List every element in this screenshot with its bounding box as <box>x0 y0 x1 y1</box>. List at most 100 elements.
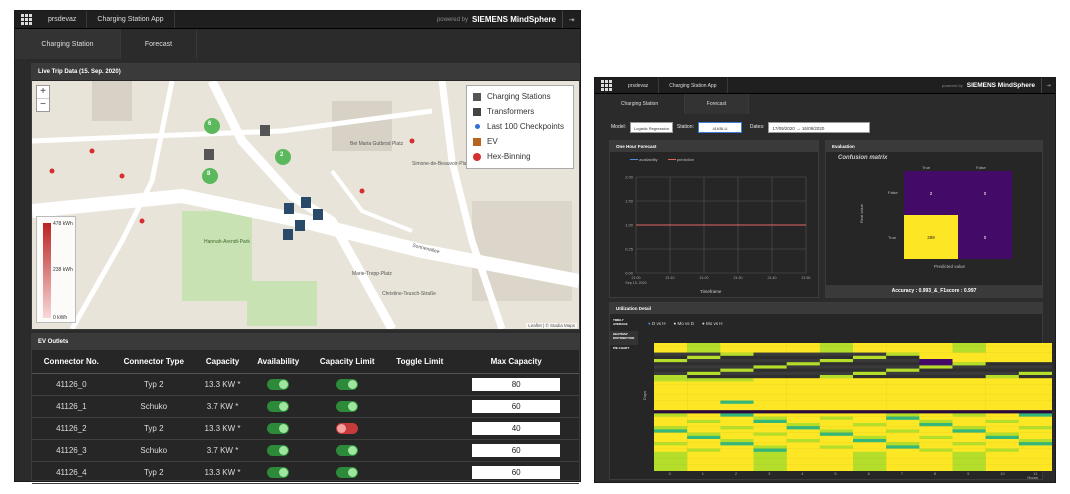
legend-hex-binning[interactable]: Hex-Binning <box>473 149 567 164</box>
user-tab[interactable]: prsdevaz <box>38 11 88 28</box>
heatmap-cell <box>853 381 887 385</box>
energy-gradient <box>43 223 51 318</box>
heatmap-cell <box>720 435 754 440</box>
heatmap-cell <box>1018 352 1052 356</box>
cluster-count: 2 <box>280 152 284 158</box>
capacity-limit-toggle[interactable] <box>336 444 359 456</box>
car-icon <box>473 137 481 146</box>
heatmap-cell <box>819 355 854 360</box>
heatmap-cell <box>654 451 688 456</box>
heatmap-cell <box>786 394 821 398</box>
legend-label: EV <box>487 137 498 146</box>
heatmap-cell <box>952 384 986 388</box>
heatmap-cell <box>753 423 787 427</box>
date-range-input[interactable]: 17/09/2020 → 16/09/2020 <box>768 121 871 133</box>
heatmap-cell <box>753 349 787 353</box>
heatmap-cell <box>654 403 688 408</box>
max-capacity-input[interactable]: 60 <box>472 465 561 479</box>
heatmap-cell <box>853 461 887 465</box>
map[interactable]: 6 2 8 Sonnenallee Hannah-Arendt-Park Bei… <box>32 81 579 329</box>
side-pie-chart[interactable]: PIE CHART <box>610 345 638 359</box>
app-title-tab[interactable]: Charging Station App <box>87 11 175 28</box>
max-capacity-input[interactable]: 80 <box>472 377 561 391</box>
legend-checkpoints[interactable]: Last 100 Checkpoints <box>473 119 567 134</box>
heatmap-cell <box>753 407 787 411</box>
heatmap-cell <box>886 343 920 347</box>
heatmap-cell <box>786 432 821 436</box>
heatmap-cell <box>720 413 754 417</box>
availability-toggle[interactable] <box>267 378 290 390</box>
capacity-limit-toggle[interactable] <box>336 378 359 390</box>
heatmap-cell <box>687 448 721 452</box>
heatmap-ylabel: Days <box>642 390 648 401</box>
heatmap-cell <box>654 362 688 366</box>
map-attribution[interactable]: Leaflet | © Stadia Maps <box>526 323 577 328</box>
heatmap-cell <box>853 442 887 446</box>
legend-charging-stations[interactable]: Charging Stations <box>473 89 567 104</box>
app-grid-icon[interactable] <box>21 14 32 25</box>
heatmap-cell <box>654 429 688 433</box>
heatmap-cell <box>753 352 787 356</box>
max-capacity-input[interactable]: 60 <box>472 399 561 413</box>
heatmap-cell <box>687 426 721 430</box>
availability-toggle[interactable] <box>267 444 290 456</box>
availability-toggle[interactable] <box>267 466 290 478</box>
heatmap-cell <box>1018 416 1052 420</box>
radio-mo-vs-h[interactable]: ● Mo vs H <box>702 321 723 326</box>
zoom-in-button[interactable]: + <box>37 86 49 99</box>
heatmap-cell <box>1018 458 1052 462</box>
heatmap-cell <box>985 359 1020 363</box>
logout-icon[interactable]: ⇥ <box>562 11 580 28</box>
heatmap-cell <box>952 368 986 372</box>
capacity-limit-toggle[interactable] <box>336 466 359 478</box>
heatmap-cell <box>687 391 721 395</box>
radio-d-vs-h[interactable]: ● D vs H <box>648 321 665 326</box>
heatmap-cell <box>1018 432 1052 436</box>
logout-icon[interactable]: ⇥ <box>1041 78 1055 93</box>
side-timely-average[interactable]: TIMELY AVERAGE <box>610 317 638 331</box>
tab-forecast[interactable]: Forecast <box>685 94 749 114</box>
heatmap-cell <box>654 426 688 430</box>
heatmap-cell <box>720 407 754 411</box>
heatmap-cell <box>886 368 920 372</box>
heatmap-cell <box>819 365 854 369</box>
zoom-out-button[interactable]: − <box>37 99 49 111</box>
availability-toggle[interactable] <box>267 400 290 412</box>
heatmap-cell <box>753 442 787 446</box>
heatmap-cell <box>886 349 920 353</box>
map-zoom-control: + − <box>36 85 50 112</box>
user-tab[interactable]: prsdevaz <box>618 78 660 93</box>
capacity-limit-toggle[interactable] <box>336 422 359 434</box>
app-title-tab[interactable]: Charging Station App <box>659 78 728 93</box>
radio-mo-vs-d[interactable]: ● Mo vs D <box>673 321 694 326</box>
heatmap-cell <box>952 439 986 443</box>
capacity-limit-toggle[interactable] <box>336 400 359 412</box>
heatmap-cell <box>720 397 754 401</box>
heatmap-cell <box>919 458 953 462</box>
evaluation-panel: Evaluation Confusion matrix True False F… <box>825 140 1043 298</box>
heatmap-cell <box>654 413 688 417</box>
heatmap-cell <box>819 387 854 392</box>
table-header-row: Connector No. Connector Type Capacity Av… <box>32 351 579 374</box>
max-capacity-input[interactable]: 60 <box>472 443 561 457</box>
app-grid-icon[interactable] <box>601 80 612 91</box>
heatmap-cell <box>853 365 887 369</box>
powered-by-label: powered by <box>436 16 468 23</box>
model-select[interactable]: Logistic Regression <box>630 121 673 133</box>
side-heatmap-distribution[interactable]: HEATMAP DISTRIBUTION <box>610 331 638 345</box>
availability-toggle[interactable] <box>267 422 290 434</box>
tab-charging-station[interactable]: Charging Station <box>15 29 121 59</box>
heatmap-cell <box>819 455 854 459</box>
max-capacity-input[interactable]: 40 <box>472 421 561 435</box>
heatmap-cell <box>1018 464 1052 468</box>
station-input[interactable]: 41KBLU <box>697 121 742 133</box>
heatmap-cell <box>687 387 721 392</box>
tab-forecast[interactable]: Forecast <box>121 29 197 59</box>
tab-charging-station[interactable]: Charging Station <box>595 94 685 114</box>
heatmap-cell <box>985 352 1020 356</box>
legend-ev[interactable]: EV <box>473 134 567 149</box>
heatmap-cell <box>753 419 787 424</box>
heatmap-cell <box>1018 442 1052 446</box>
cm-col-label: True <box>922 165 931 170</box>
legend-transformers[interactable]: Transformers <box>473 104 567 119</box>
